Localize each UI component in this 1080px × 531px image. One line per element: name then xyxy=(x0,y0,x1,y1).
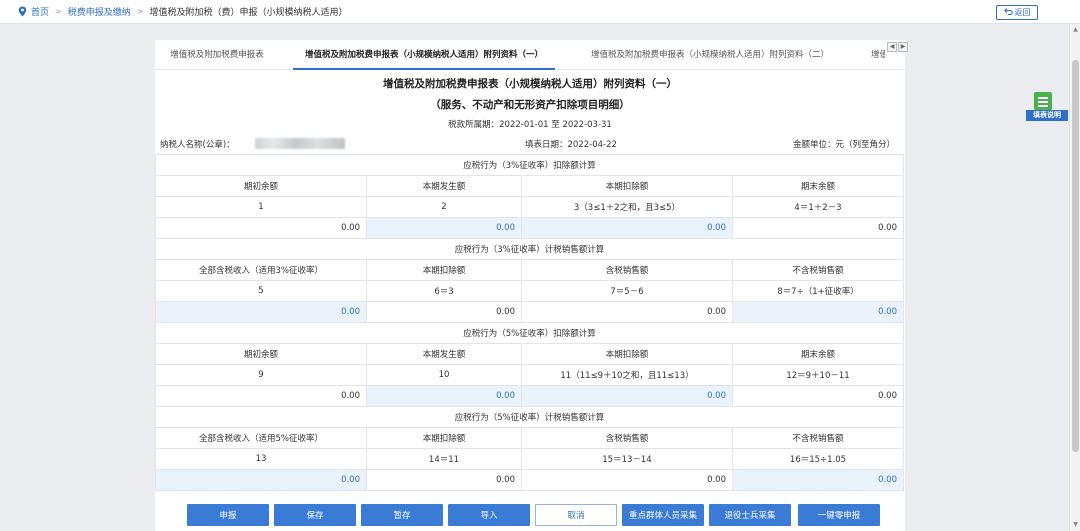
value-cell: 0.00 xyxy=(155,385,367,407)
column-header: 期初余额 xyxy=(155,175,367,197)
section-title: 应税行为（3%征收率）扣除额计算 xyxy=(155,154,904,176)
column-header: 期末余额 xyxy=(732,343,904,365)
value-input[interactable]: 0.00 xyxy=(366,217,522,239)
value-cell: 0.00 xyxy=(366,301,522,323)
column-header: 含税销售额 xyxy=(521,427,733,449)
cancel-button[interactable]: 取消 xyxy=(535,504,617,526)
section-title: 应税行为（5%征收率）扣除额计算 xyxy=(155,322,904,344)
row-number: 9 xyxy=(155,364,367,386)
value-input[interactable]: 0.00 xyxy=(732,301,904,323)
declare-button[interactable]: 申报 xyxy=(187,504,269,526)
row-number: 14＝11 xyxy=(366,448,522,470)
value-cell: 0.00 xyxy=(155,217,367,239)
breadcrumb-separator: > xyxy=(55,7,62,16)
column-header: 本期扣除额 xyxy=(521,175,733,197)
taxpayer-name-redacted xyxy=(255,138,345,149)
column-header: 全部含税收入（适用3%征收率） xyxy=(155,259,367,281)
back-label: 返回 xyxy=(1014,8,1031,17)
vertical-scrollbar[interactable]: ▲ ▼ xyxy=(1069,24,1080,531)
key-group-collect-button[interactable]: 重点群体人员采集 xyxy=(622,504,704,526)
row-number: 10 xyxy=(366,364,522,386)
deduction-table: 应税行为（3%征收率）扣除额计算 期初余额 本期发生额 本期扣除额 期末余额 1… xyxy=(155,154,904,491)
value-cell: 0.00 xyxy=(366,469,522,491)
row-number: 13 xyxy=(155,448,367,470)
scroll-up-icon[interactable]: ▲ xyxy=(1072,26,1079,34)
row-number: 5 xyxy=(155,280,367,302)
value-input[interactable]: 0.00 xyxy=(155,301,367,323)
value-input[interactable]: 0.00 xyxy=(521,217,733,239)
tax-period: 税款所属期：2022-01-01 至 2022-03-31 xyxy=(448,120,612,130)
row-number: 15＝13－14 xyxy=(521,448,733,470)
column-header: 本期扣除额 xyxy=(366,259,522,281)
temp-save-button[interactable]: 暂存 xyxy=(361,504,443,526)
tab-schedule-1[interactable]: 增值税及附加税费申报表（小规模纳税人适用）附列资料（一） xyxy=(293,40,555,70)
breadcrumb-bar: 首页 > 税费申报及缴纳 > 增值税及附加税（费）申报（小规模纳税人适用） 返回 xyxy=(0,0,1080,24)
fill-instructions-label: 填表说明 xyxy=(1026,110,1068,121)
value-input[interactable]: 0.00 xyxy=(155,469,367,491)
zero-declare-button[interactable]: 一键零申报 xyxy=(798,504,880,526)
tab-bar: 增值税及附加税费申报表 增值税及附加税费申报表（小规模纳税人适用）附列资料（一）… xyxy=(155,40,908,70)
column-header: 期末余额 xyxy=(732,175,904,197)
tab-more[interactable]: 增值 xyxy=(871,40,885,70)
breadcrumb-level1-link[interactable]: 税费申报及缴纳 xyxy=(68,5,131,18)
tab-main-form[interactable]: 增值税及附加税费申报表 xyxy=(161,40,273,70)
row-number: 7＝5－6 xyxy=(521,280,733,302)
column-header: 本期扣除额 xyxy=(366,427,522,449)
column-header: 全部含税收入（适用5%征收率） xyxy=(155,427,367,449)
column-header: 本期扣除额 xyxy=(521,343,733,365)
scroll-thumb[interactable] xyxy=(1072,60,1079,452)
row-number: 4＝1＋2－3 xyxy=(732,196,904,218)
breadcrumb-home-link[interactable]: 首页 xyxy=(31,5,49,18)
column-header: 不含税销售额 xyxy=(732,427,904,449)
row-number: 3（3≤1＋2之和，且3≤5） xyxy=(521,196,733,218)
tab-scroll-left-icon[interactable]: ◀ xyxy=(887,42,897,52)
row-number: 8＝7÷（1+征收率） xyxy=(732,280,904,302)
back-arrow-icon xyxy=(1003,8,1013,17)
veteran-collect-button[interactable]: 退役士兵采集 xyxy=(709,504,791,526)
tab-schedule-2[interactable]: 增值税及附加税费申报表（小规模纳税人适用）附列资料（二） xyxy=(575,40,845,70)
row-number: 6＝3 xyxy=(366,280,522,302)
back-button[interactable]: 返回 xyxy=(996,5,1038,20)
section-title: 应税行为（5%征收率）计税销售额计算 xyxy=(155,406,904,428)
breadcrumb-separator: > xyxy=(136,7,144,16)
value-input[interactable]: 0.00 xyxy=(732,469,904,491)
meta-row: 纳税人名称(公章)： 填表日期：2022-04-22 金额单位：元（列至角分） xyxy=(155,138,905,152)
tab-scroll-right-icon[interactable]: ▶ xyxy=(898,42,908,52)
scroll-down-icon[interactable]: ▼ xyxy=(1072,521,1079,529)
taxpayer-name-label: 纳税人名称(公章)： xyxy=(160,140,235,150)
column-header: 不含税销售额 xyxy=(732,259,904,281)
section-title: 应税行为（3%征收率）计税销售额计算 xyxy=(155,238,904,260)
value-input[interactable]: 0.00 xyxy=(521,385,733,407)
location-pin-icon xyxy=(18,6,27,17)
breadcrumb-current: 增值税及附加税（费）申报（小规模纳税人适用） xyxy=(149,8,348,18)
form-panel: 增值税及附加税费申报表 增值税及附加税费申报表（小规模纳税人适用）附列资料（一）… xyxy=(155,40,908,531)
value-cell: 0.00 xyxy=(732,385,904,407)
import-button[interactable]: 导入 xyxy=(448,504,530,526)
row-number: 2 xyxy=(366,196,522,218)
document-icon xyxy=(1034,92,1052,110)
fill-date: 填表日期：2022-04-22 xyxy=(525,140,617,150)
amount-unit: 金额单位：元（列至角分） xyxy=(792,140,895,150)
column-header: 含税销售额 xyxy=(521,259,733,281)
tab-scroll-arrows: ◀ ▶ xyxy=(887,42,909,52)
row-number: 11（11≤9＋10之和，且11≤13） xyxy=(521,364,733,386)
column-header: 本期发生额 xyxy=(366,175,522,197)
form-subtitle: （服务、不动产和无形资产扣除项目明细） xyxy=(430,99,630,111)
column-header: 期初余额 xyxy=(155,343,367,365)
row-number: 1 xyxy=(155,196,367,218)
fill-instructions-widget[interactable]: 填表说明 xyxy=(1026,92,1068,128)
value-cell: 0.00 xyxy=(732,217,904,239)
save-button[interactable]: 保存 xyxy=(274,504,356,526)
row-number: 12＝9＋10－11 xyxy=(732,364,904,386)
row-number: 16＝15÷1.05 xyxy=(732,448,904,470)
form-title: 增值税及附加税费申报表（小规模纳税人适用）附列资料（一） xyxy=(383,78,677,90)
value-cell: 0.00 xyxy=(521,469,733,491)
value-cell: 0.00 xyxy=(521,301,733,323)
action-bar: 申报 保存 暂存 导入 取消 重点群体人员采集 退役士兵采集 一键零申报 xyxy=(155,504,905,528)
value-input[interactable]: 0.00 xyxy=(366,385,522,407)
column-header: 本期发生额 xyxy=(366,343,522,365)
